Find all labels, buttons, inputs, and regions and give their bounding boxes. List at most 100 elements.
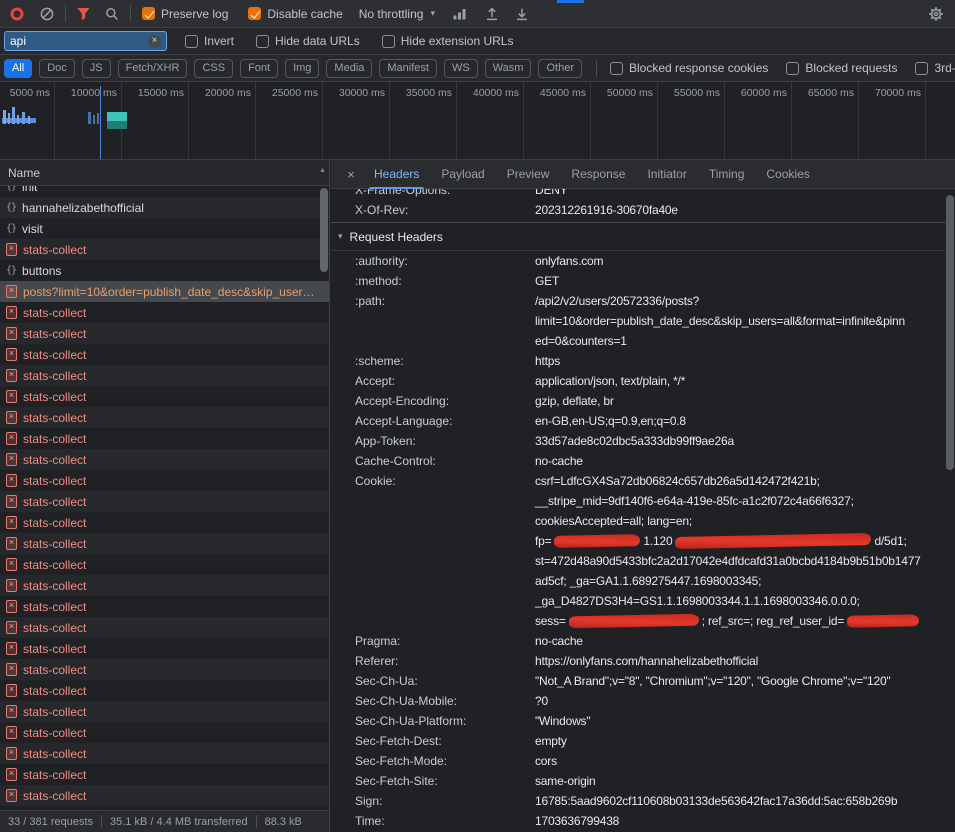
timeline-gridline xyxy=(925,82,926,159)
type-filter-css[interactable]: CSS xyxy=(194,59,233,78)
transferred-size: 35.1 kB / 4.4 MB transferred xyxy=(102,816,256,828)
request-name: stats-collect xyxy=(23,348,315,362)
blocked-response-cookies-checkbox[interactable]: Blocked response cookies xyxy=(610,61,768,75)
type-filter-doc[interactable]: Doc xyxy=(39,59,75,78)
request-row[interactable]: stats-collect xyxy=(0,638,329,659)
tab-payload[interactable]: Payload xyxy=(430,160,495,189)
record-button[interactable] xyxy=(6,3,28,25)
request-row[interactable]: stats-collect xyxy=(0,302,329,323)
search-icon[interactable] xyxy=(101,3,123,25)
checkbox-unchecked-icon xyxy=(185,35,198,48)
type-filter-all[interactable]: All xyxy=(4,59,32,78)
error-file-icon xyxy=(6,579,17,592)
timeline-activity-bar xyxy=(107,112,127,121)
type-filter-media[interactable]: Media xyxy=(326,59,372,78)
tab-response[interactable]: Response xyxy=(560,160,636,189)
clear-network-log-icon[interactable] xyxy=(36,3,58,25)
request-row[interactable]: stats-collect xyxy=(0,680,329,701)
request-row[interactable]: stats-collect xyxy=(0,554,329,575)
request-row[interactable]: {}buttons xyxy=(0,260,329,281)
request-row[interactable]: stats-collect xyxy=(0,764,329,785)
header-row: Sign:16785:5aad9602cf110608b03133de56364… xyxy=(331,791,946,811)
type-filter-fetch-xhr[interactable]: Fetch/XHR xyxy=(118,59,188,78)
timeline-tick-label: 70000 ms xyxy=(855,87,921,99)
request-row[interactable]: stats-collect xyxy=(0,596,329,617)
details-scrollbar[interactable] xyxy=(946,195,954,470)
hide-extension-urls-checkbox[interactable]: Hide extension URLs xyxy=(382,34,514,48)
request-name: stats-collect xyxy=(23,243,315,257)
scroll-up-arrow-icon[interactable]: ▲ xyxy=(319,167,326,174)
request-headers-section[interactable]: ▾Request Headers xyxy=(331,222,946,251)
filter-funnel-icon[interactable] xyxy=(73,3,95,25)
request-row[interactable]: posts?limit=10&order=publish_date_desc&s… xyxy=(0,281,329,302)
tab-headers[interactable]: Headers xyxy=(363,160,430,189)
request-row[interactable]: stats-collect xyxy=(0,365,329,386)
type-filter-manifest[interactable]: Manifest xyxy=(379,59,437,78)
name-column-header[interactable]: Name xyxy=(0,160,329,186)
request-row[interactable]: stats-collect xyxy=(0,617,329,638)
type-filter-js[interactable]: JS xyxy=(82,59,111,78)
tab-timing[interactable]: Timing xyxy=(698,160,756,189)
request-row[interactable]: stats-collect xyxy=(0,491,329,512)
request-row[interactable]: stats-collect xyxy=(0,323,329,344)
tab-initiator[interactable]: Initiator xyxy=(636,160,697,189)
request-row[interactable]: stats-collect xyxy=(0,344,329,365)
timeline-tick-label: 40000 ms xyxy=(453,87,519,99)
request-row[interactable]: stats-collect xyxy=(0,239,329,260)
hide-data-urls-checkbox[interactable]: Hide data URLs xyxy=(256,34,360,48)
timeline-tick-label: 60000 ms xyxy=(721,87,787,99)
request-row[interactable]: stats-collect xyxy=(0,512,329,533)
filter-input[interactable]: api × xyxy=(4,31,167,51)
import-har-icon[interactable] xyxy=(481,3,503,25)
network-overview-timeline[interactable]: 5000 ms10000 ms15000 ms20000 ms25000 ms3… xyxy=(0,82,955,160)
invert-checkbox[interactable]: Invert xyxy=(185,34,234,48)
type-filter-wasm[interactable]: Wasm xyxy=(485,59,532,78)
timeline-tick-label: 45000 ms xyxy=(520,87,586,99)
tab-preview[interactable]: Preview xyxy=(496,160,561,189)
request-row[interactable]: stats-collect xyxy=(0,533,329,554)
clear-filter-icon[interactable]: × xyxy=(148,35,161,48)
request-row[interactable]: stats-collect xyxy=(0,743,329,764)
checkbox-unchecked-icon xyxy=(610,62,623,75)
header-row: :scheme:https xyxy=(331,351,946,371)
3rd-party-requests-checkbox[interactable]: 3rd-party requests xyxy=(915,61,955,75)
header-row: Sec-Ch-Ua:"Not_A Brand";v="8", "Chromium… xyxy=(331,671,946,691)
settings-gear-icon[interactable] xyxy=(925,3,947,25)
blocked-requests-checkbox[interactable]: Blocked requests xyxy=(786,61,897,75)
error-file-icon xyxy=(6,663,17,676)
header-row: Sec-Fetch-Site:same-origin xyxy=(331,771,946,791)
export-har-icon[interactable] xyxy=(511,3,533,25)
header-value-line: /api2/v2/users/20572336/posts? xyxy=(535,291,905,311)
type-filter-img[interactable]: Img xyxy=(285,59,319,78)
request-row[interactable]: {}init xyxy=(0,186,329,197)
request-row[interactable]: stats-collect xyxy=(0,449,329,470)
header-name: X-Of-Rev: xyxy=(355,200,535,220)
checkbox-unchecked-icon xyxy=(915,62,928,75)
request-row[interactable]: stats-collect xyxy=(0,428,329,449)
type-filter-ws[interactable]: WS xyxy=(444,59,478,78)
throttling-dropdown[interactable]: No throttling ▾ xyxy=(359,7,435,21)
request-row[interactable]: stats-collect xyxy=(0,701,329,722)
value-text: 1.120 xyxy=(643,534,672,548)
request-row[interactable]: stats-collect xyxy=(0,659,329,680)
request-row[interactable]: {}hannahelizabethofficial xyxy=(0,197,329,218)
close-details-icon[interactable]: × xyxy=(339,167,363,182)
request-row[interactable]: stats-collect xyxy=(0,470,329,491)
request-row[interactable]: {}visit xyxy=(0,218,329,239)
error-file-icon xyxy=(6,621,17,634)
type-filter-font[interactable]: Font xyxy=(240,59,278,78)
error-file-icon xyxy=(6,600,17,613)
request-row[interactable]: stats-collect xyxy=(0,722,329,743)
preserve-log-checkbox[interactable]: Preserve log xyxy=(142,7,228,21)
disable-cache-checkbox[interactable]: Disable cache xyxy=(248,7,342,21)
request-row[interactable]: stats-collect xyxy=(0,785,329,806)
request-row[interactable]: stats-collect xyxy=(0,386,329,407)
type-filter-other[interactable]: Other xyxy=(538,59,582,78)
tab-cookies[interactable]: Cookies xyxy=(755,160,820,189)
request-row[interactable]: stats-collect xyxy=(0,407,329,428)
request-row[interactable]: stats-collect xyxy=(0,575,329,596)
error-file-icon xyxy=(6,306,17,319)
network-conditions-icon[interactable] xyxy=(449,3,471,25)
script-file-icon: {} xyxy=(6,202,16,213)
request-list-scrollbar[interactable] xyxy=(320,188,328,272)
